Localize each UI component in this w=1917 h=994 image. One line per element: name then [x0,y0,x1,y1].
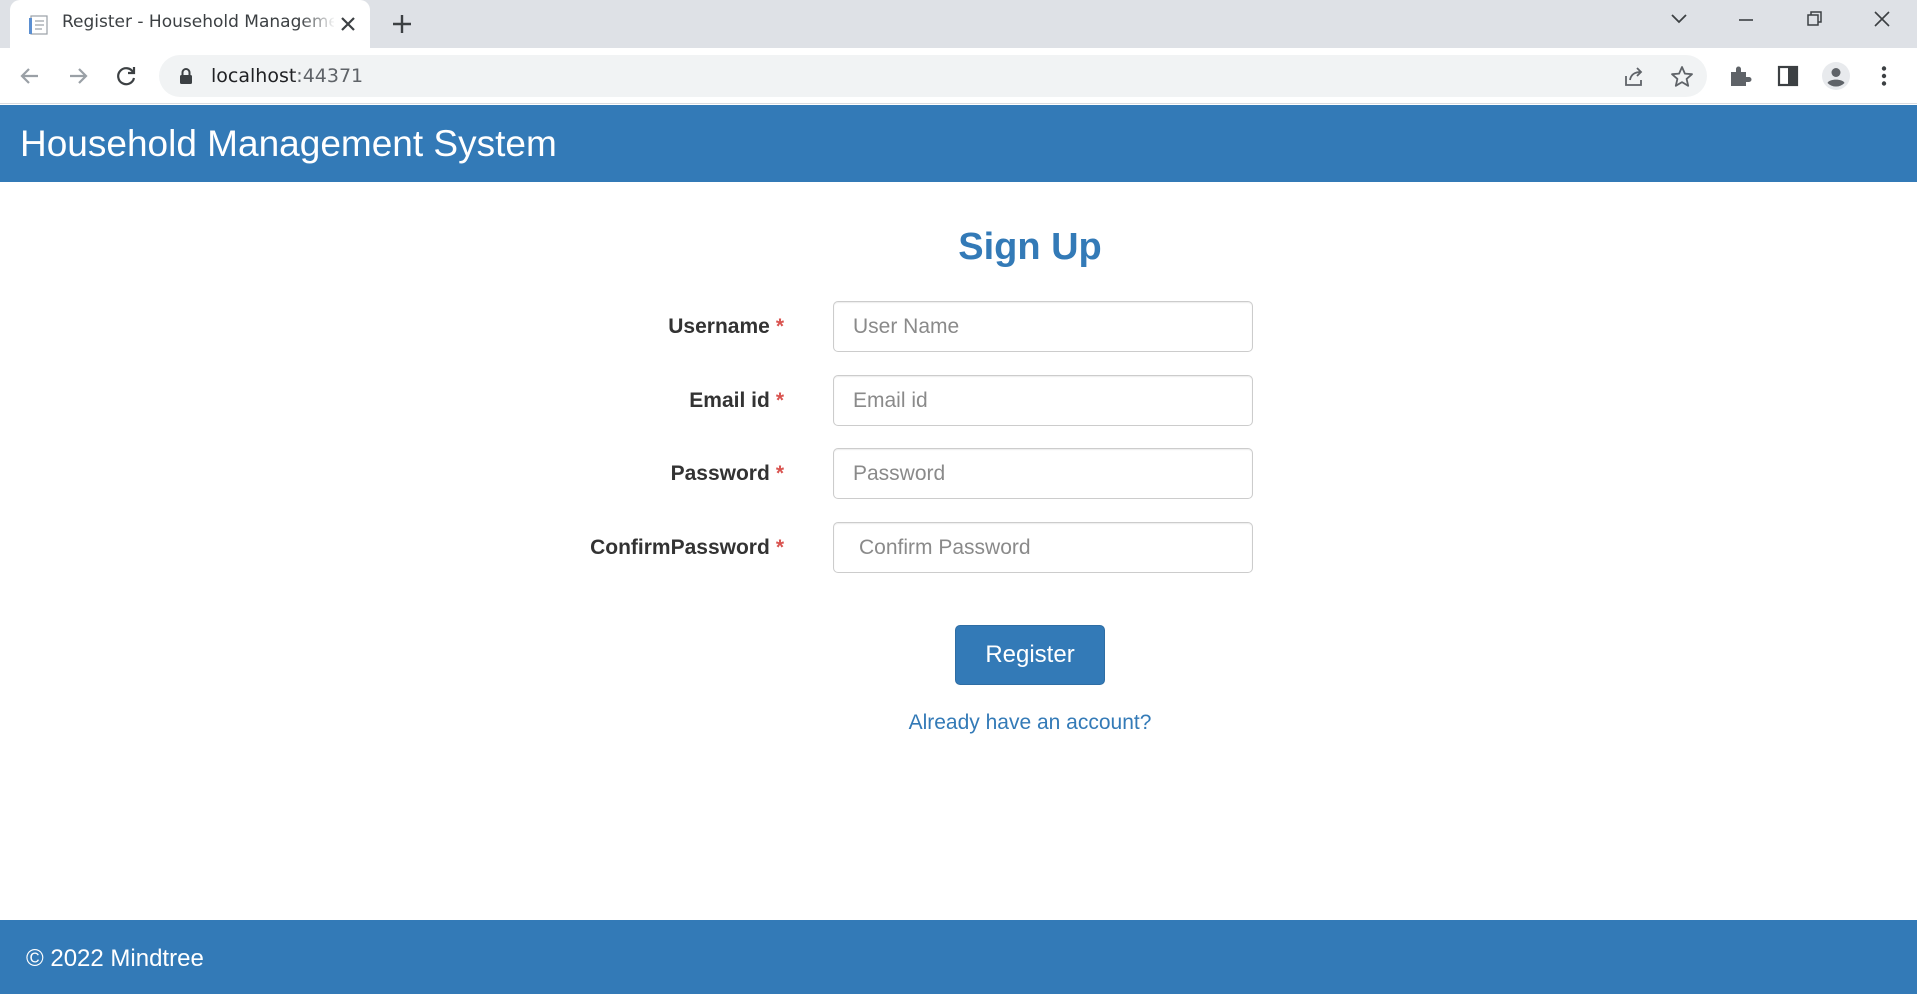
browser-tab[interactable]: Register - Household Management System [10,0,370,48]
menu-icon[interactable] [1869,61,1899,91]
confirm-password-label: ConfirmPassword * [590,536,784,560]
forward-icon[interactable] [61,59,95,93]
username-label-text: Username [668,315,770,338]
back-icon[interactable] [13,59,47,93]
email-label-text: Email id [689,389,770,412]
plus-icon[interactable] [388,10,416,38]
password-input[interactable] [833,448,1253,499]
close-window-icon[interactable] [1848,0,1916,40]
lock-icon[interactable] [177,67,195,85]
email-input[interactable] [833,375,1253,426]
close-icon[interactable] [336,12,360,36]
register-button[interactable]: Register [955,625,1105,685]
required-marker: * [775,315,784,338]
browser-toolbar: localhost:44371 [0,48,1917,104]
tab-title-fade [300,8,336,38]
browser-tabstrip: Register - Household Management System [0,0,1917,48]
password-label: Password * [671,462,784,486]
side-panel-icon[interactable] [1773,61,1803,91]
page-favicon-icon [28,14,50,36]
address-bar[interactable]: localhost:44371 [159,55,1707,97]
tab-title: Register - Household Management System [62,12,334,32]
profile-icon[interactable] [1821,61,1851,91]
url-port: :44371 [296,65,364,87]
url-host: localhost [211,65,297,87]
chevron-down-icon[interactable] [1645,0,1713,40]
share-icon[interactable] [1621,64,1647,90]
form-row-username: Username * [0,301,1917,353]
form-row-confirm-password: ConfirmPassword * [0,522,1917,574]
username-label: Username * [668,315,784,339]
form-row-password: Password * [0,448,1917,500]
required-marker: * [775,389,784,412]
star-icon[interactable] [1669,64,1695,90]
app-navbar: Household Management System [0,105,1917,182]
required-marker: * [775,462,784,485]
email-label: Email id * [689,389,784,413]
page-title: Sign Up [958,226,1102,268]
form-row-email: Email id * [0,375,1917,427]
restore-icon[interactable] [1780,0,1848,40]
footer-copyright: © 2022 Mindtree [26,945,204,972]
required-marker: * [775,536,784,559]
confirm-password-input[interactable] [833,522,1253,573]
brand-title[interactable]: Household Management System [20,123,557,165]
password-label-text: Password [670,462,770,485]
login-link[interactable]: Already have an account? [0,711,1917,735]
url-text[interactable]: localhost:44371 [211,65,363,87]
app-footer: © 2022 Mindtree [0,920,1917,994]
confirm-password-label-text: ConfirmPassword [590,536,770,559]
reload-icon[interactable] [109,59,143,93]
username-input[interactable] [833,301,1253,352]
extensions-icon[interactable] [1725,61,1755,91]
minimize-icon[interactable] [1712,0,1780,40]
